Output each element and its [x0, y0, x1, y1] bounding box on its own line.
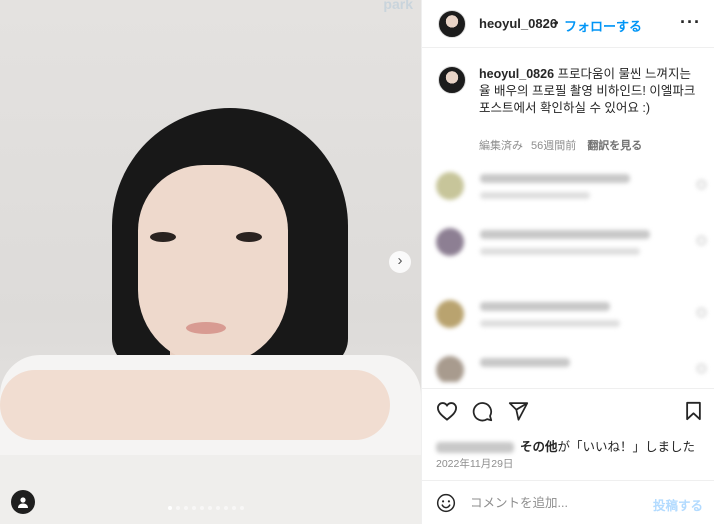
comment-avatar[interactable] — [436, 300, 464, 328]
carousel-dot — [184, 506, 188, 510]
bookmark-icon[interactable] — [685, 401, 702, 421]
comment-meta — [480, 192, 590, 199]
caption-meta: 編集済み 56週間前 翻訳を見る — [479, 137, 650, 153]
post-date[interactable]: 2022年11月29日 — [436, 456, 513, 471]
caption-username[interactable]: heoyul_0826 — [479, 67, 554, 81]
header-username[interactable]: heoyul_0826 — [479, 16, 557, 31]
comment-meta — [480, 320, 620, 327]
user-tag-icon — [18, 497, 28, 508]
carousel-dot — [240, 506, 244, 510]
photo-arms — [0, 370, 390, 440]
comment-text — [480, 230, 650, 239]
photo-eye-left — [150, 232, 176, 242]
comment-icon[interactable] — [472, 401, 493, 422]
watermark: park — [383, 0, 413, 12]
action-bar — [422, 388, 714, 428]
photo-lips — [186, 322, 226, 334]
comment-input[interactable] — [470, 493, 640, 513]
heart-icon[interactable] — [697, 236, 706, 245]
edited-label: 編集済み — [479, 140, 523, 152]
comment-avatar[interactable] — [436, 356, 464, 382]
liked-by-user[interactable] — [436, 442, 514, 454]
list-item — [436, 300, 706, 336]
heart-icon[interactable] — [697, 364, 706, 373]
header-separator: • — [554, 15, 559, 30]
comment-bar: 投稿する — [422, 480, 714, 524]
caption-time[interactable]: 56週間前 — [531, 140, 576, 152]
likes-suffix: が「いいね！」しました — [557, 440, 696, 454]
comment-meta — [480, 248, 640, 255]
photo-eye-right — [236, 232, 262, 242]
photo-table — [0, 455, 421, 524]
carousel-dot — [216, 506, 220, 510]
likes-others-link[interactable]: その他 — [520, 440, 558, 454]
caption-avatar[interactable] — [438, 66, 466, 94]
carousel-dot — [168, 506, 172, 510]
post-comment-button[interactable]: 投稿する — [653, 495, 703, 514]
list-item — [436, 228, 706, 264]
carousel-dot — [192, 506, 196, 510]
translate-button[interactable]: 翻訳を見る — [587, 140, 642, 152]
send-icon[interactable] — [508, 401, 529, 421]
more-horizontal-icon: ··· — [680, 12, 701, 32]
heart-icon[interactable] — [697, 180, 706, 189]
heart-icon[interactable] — [697, 308, 706, 317]
post-image[interactable]: park › — [0, 0, 421, 524]
comment-text — [480, 174, 630, 183]
comment-avatar[interactable] — [436, 172, 464, 200]
likes-summary: その他が「いいね！」しました — [436, 436, 695, 455]
carousel-dot — [200, 506, 204, 510]
carousel-indicator — [168, 506, 244, 510]
photo-face — [138, 165, 288, 365]
caption: heoyul_0826 프로다움이 물씬 느껴지는 율 배우의 프로필 촬영 비… — [479, 66, 705, 117]
chevron-right-icon: › — [397, 252, 403, 269]
more-options-button[interactable]: ··· — [680, 12, 701, 33]
next-image-button[interactable]: › — [389, 251, 411, 273]
comment-text — [480, 302, 610, 311]
carousel-dot — [176, 506, 180, 510]
list-item — [436, 356, 706, 382]
follow-button[interactable]: フォローする — [564, 16, 642, 35]
smiley-icon[interactable] — [436, 493, 456, 513]
comment-text — [480, 358, 570, 367]
comment-avatar[interactable] — [436, 228, 464, 256]
carousel-dot — [224, 506, 228, 510]
avatar[interactable] — [438, 10, 466, 38]
heart-icon[interactable] — [436, 401, 458, 421]
list-item — [436, 172, 706, 208]
post-sidebar: heoyul_0826 • フォローする ··· heoyul_0826 프로다… — [421, 0, 714, 524]
post-header: heoyul_0826 • フォローする ··· — [422, 0, 714, 48]
carousel-dot — [232, 506, 236, 510]
tagged-users-button[interactable] — [11, 490, 35, 514]
carousel-dot — [208, 506, 212, 510]
